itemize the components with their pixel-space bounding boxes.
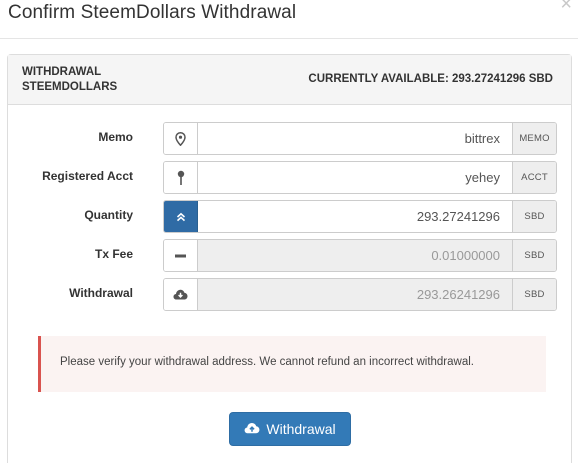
registered-acct-input-group: yehey ACCT [163, 161, 557, 194]
form-row-tx-fee: Tx Fee 0.01000000 SBD [8, 239, 571, 272]
registered-acct-unit: ACCT [512, 162, 556, 193]
quantity-label: Quantity [84, 208, 133, 222]
pushpin-icon [164, 162, 198, 193]
form-row-registered-acct: Registered Acct yehey ACCT [8, 161, 571, 194]
tx-fee-unit: SBD [512, 240, 556, 271]
cloud-upload-icon [244, 421, 260, 437]
withdrawal-button-label: Withdrawal [266, 421, 336, 437]
panel-heading-line1: WITHDRAWAL [22, 66, 102, 78]
withdrawal-button[interactable]: Withdrawal [229, 412, 351, 446]
memo-input-group: bittrex MEMO [163, 122, 557, 155]
panel-heading: WITHDRAWAL STEEMDOLLARS CURRENTLY AVAILA… [8, 55, 571, 105]
double-chevron-up-icon[interactable] [164, 201, 198, 232]
withdrawal-label: Withdrawal [69, 286, 133, 300]
withdrawal-input-group: 293.26241296 SBD [163, 278, 557, 311]
verify-address-alert: Please verify your withdrawal address. W… [38, 336, 546, 392]
registered-acct-input[interactable]: yehey [198, 162, 512, 193]
form-row-quantity: Quantity 293.27241296 SBD [8, 200, 571, 233]
header-divider [0, 38, 578, 39]
map-marker-icon [164, 123, 198, 154]
registered-acct-label: Registered Acct [42, 169, 133, 183]
tx-fee-input: 0.01000000 [198, 240, 512, 271]
panel-heading-line2: STEEMDOLLARS [22, 81, 118, 93]
withdrawal-input: 293.26241296 [198, 279, 512, 310]
panel-heading-title: WITHDRAWAL STEEMDOLLARS [22, 65, 117, 95]
available-balance: CURRENTLY AVAILABLE: 293.27241296 SBD [308, 73, 553, 85]
quantity-input[interactable]: 293.27241296 [198, 201, 512, 232]
tx-fee-input-group: 0.01000000 SBD [163, 239, 557, 272]
form-row-memo: Memo bittrex MEMO [8, 122, 571, 155]
memo-unit: MEMO [512, 123, 556, 154]
quantity-unit: SBD [512, 201, 556, 232]
modal-title: Confirm SteemDollars Withdrawal [8, 2, 297, 23]
form-row-withdrawal: Withdrawal 293.26241296 SBD [8, 278, 571, 311]
tx-fee-label: Tx Fee [94, 247, 133, 261]
withdrawal-unit: SBD [512, 279, 556, 310]
memo-input[interactable]: bittrex [198, 123, 512, 154]
quantity-input-group: 293.27241296 SBD [163, 200, 557, 233]
memo-label: Memo [98, 130, 133, 144]
close-button[interactable]: × [560, 0, 572, 14]
cloud-download-icon [164, 279, 198, 310]
withdrawal-panel: WITHDRAWAL STEEMDOLLARS CURRENTLY AVAILA… [7, 54, 572, 463]
minus-icon [164, 240, 198, 271]
